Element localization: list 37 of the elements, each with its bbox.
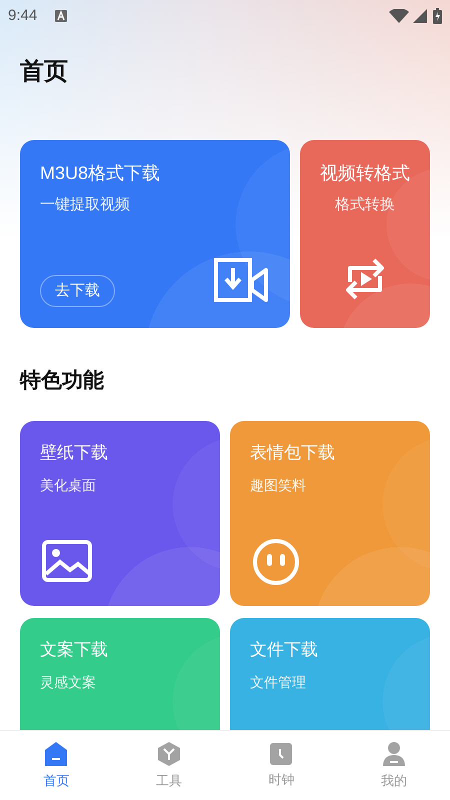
section-title: 特色功能 bbox=[18, 368, 105, 394]
battery-icon bbox=[433, 8, 442, 24]
nav-tab[interactable]: 首页 bbox=[0, 731, 112, 800]
feature-card[interactable]: 表情包下载 趣图笑料 bbox=[230, 421, 430, 606]
page-title: 首页 bbox=[19, 57, 69, 87]
feature-card[interactable]: 视频转格式 格式转换 bbox=[300, 140, 430, 328]
feature-card[interactable]: 壁纸下载 美化桌面 bbox=[20, 421, 220, 606]
nav-tab[interactable]: 工具 bbox=[112, 731, 225, 800]
wifi-icon bbox=[389, 9, 409, 23]
card-title: M3U8格式下载 bbox=[40, 162, 162, 185]
nav-tab[interactable]: 时钟 bbox=[225, 731, 338, 800]
card-title: 文件下载 bbox=[250, 639, 319, 661]
video-download-icon bbox=[214, 258, 268, 304]
feature-card[interactable]: 文件下载 文件管理 bbox=[230, 618, 430, 730]
card-subtitle: 灵感文案 bbox=[40, 673, 97, 692]
clock-icon bbox=[269, 742, 294, 766]
hexagon-icon bbox=[156, 740, 181, 767]
status-time: 9:44 bbox=[8, 6, 38, 26]
card-subtitle: 一键提取视频 bbox=[40, 195, 131, 215]
card-subtitle: 格式转换 bbox=[334, 195, 396, 215]
feature-card[interactable]: 文案下载 灵感文案 bbox=[20, 618, 220, 730]
card-subtitle: 文件管理 bbox=[250, 673, 307, 692]
person-icon bbox=[380, 740, 407, 767]
card-title: 视频转格式 bbox=[319, 162, 411, 185]
nav-tab[interactable]: 我的 bbox=[338, 731, 450, 800]
card-title: 壁纸下载 bbox=[40, 442, 109, 464]
notification-icon bbox=[55, 10, 68, 22]
signal-icon bbox=[413, 9, 427, 23]
home-icon bbox=[44, 740, 68, 767]
card-subtitle: 趣图笑料 bbox=[250, 476, 307, 495]
face-icon bbox=[252, 538, 300, 586]
card-subtitle: 美化桌面 bbox=[40, 476, 97, 495]
card-title: 表情包下载 bbox=[250, 442, 336, 464]
feature-card[interactable]: M3U8格式下载 一键提取视频 去下载 bbox=[20, 140, 290, 328]
card-title: 文案下载 bbox=[40, 639, 109, 661]
image-icon bbox=[42, 540, 92, 582]
download-button[interactable]: 去下载 bbox=[40, 275, 115, 307]
